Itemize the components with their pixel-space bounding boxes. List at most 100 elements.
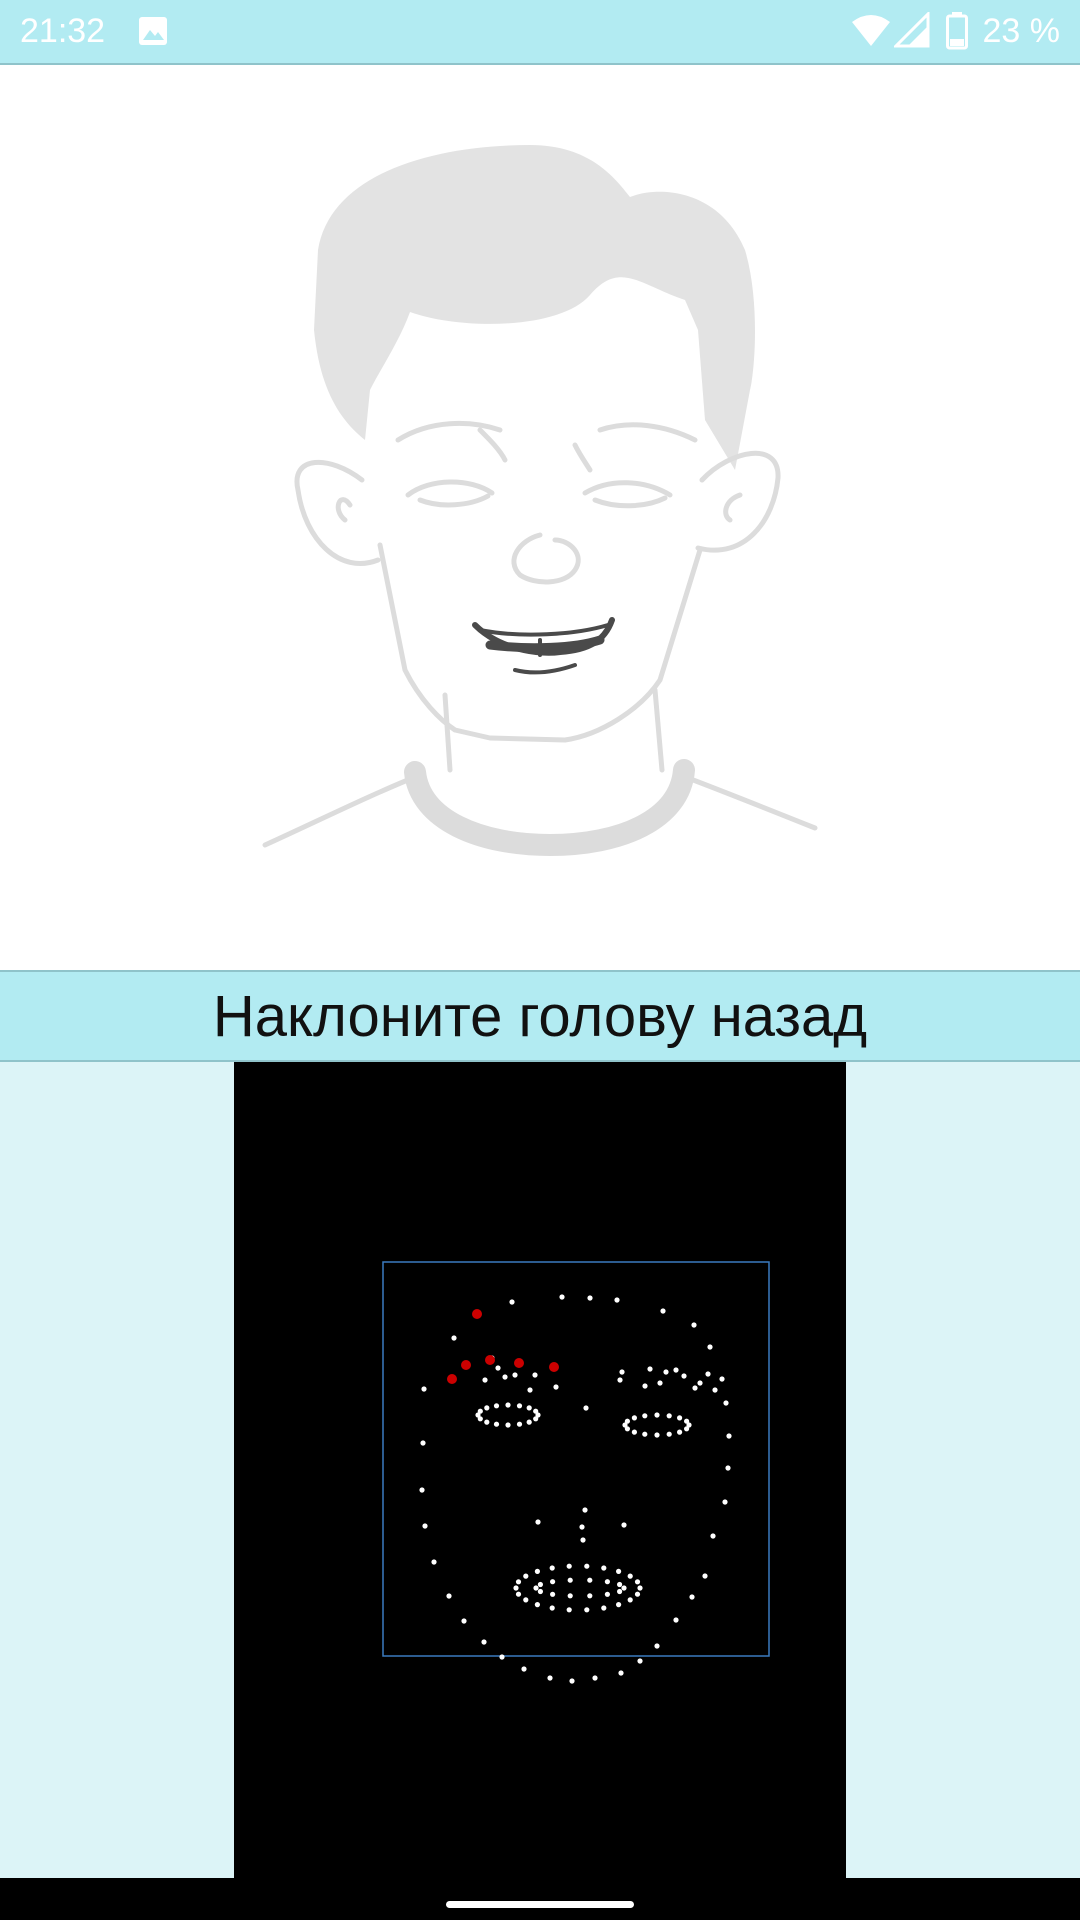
landmark-dot [559,1294,565,1300]
landmark-dot [654,1412,660,1418]
landmark-dot [710,1533,716,1539]
landmark-dot [584,1607,590,1613]
landmark-dot [533,1408,539,1414]
landmark-dot [579,1524,585,1530]
landmark-dot-highlighted [549,1362,559,1372]
landmark-dot [550,1591,556,1597]
landmark-dot-highlighted [461,1360,471,1370]
landmark-dot-highlighted [447,1374,457,1384]
landmark-dot [534,1602,541,1608]
landmark-dot-highlighted [485,1355,495,1365]
landmark-dot [642,1413,648,1419]
landmark-dot [451,1335,457,1341]
landmark-dot [634,1591,641,1597]
landmark-dot [624,1418,631,1424]
landmark-dot [723,1400,729,1406]
landmark-dot [484,1419,490,1425]
landmark-dot [616,1568,622,1574]
landmark-dot [422,1523,428,1529]
landmark-dot [505,1402,511,1408]
landmark-dot [527,1387,533,1393]
landmark-dot [614,1297,620,1303]
navigation-bar [0,1878,1080,1920]
landmark-dot [618,1670,624,1676]
status-bar: 21:32 23 % [0,0,1080,65]
signal-icon [892,10,930,57]
landmark-dot [535,1519,541,1525]
landmark-dot [587,1295,593,1301]
landmark-dot [627,1573,633,1579]
landmark-dot [587,1593,593,1599]
landmark-dot [684,1418,690,1424]
landmark-dot [619,1369,625,1375]
landmark-dot [512,1372,518,1378]
landmark-dot [567,1577,573,1583]
landmark-dot [637,1585,643,1591]
landmark-dot [677,1429,683,1435]
landmark-dot [677,1415,683,1421]
landmark-dot [549,1565,555,1571]
landmark-dot [420,1440,426,1446]
instruction-text: Наклоните голову назад [212,983,868,1049]
landmark-dot [719,1376,725,1382]
landmark-dot [673,1367,679,1373]
landmark-dot [617,1377,623,1383]
landmark-dot [515,1579,522,1585]
landmark-dot [537,1581,544,1588]
landmark-dot [569,1678,575,1684]
landmark-dot [691,1322,697,1328]
landmark-dot [516,1403,523,1409]
landmark-dot [592,1675,598,1681]
face-bounding-box [382,1261,770,1657]
landmark-dot [631,1415,638,1421]
landmark-dot [481,1639,487,1645]
landmark-dot [601,1605,607,1611]
landmark-dot [621,1585,627,1591]
landmark-dot [604,1591,611,1597]
landmark-dot [689,1594,695,1600]
landmark-dot [647,1366,653,1372]
landmark-dot [663,1369,669,1375]
landmark-dot [673,1617,679,1623]
wifi-icon [850,12,892,57]
landmark-dot [705,1371,711,1377]
landmark-dot [642,1383,648,1389]
landmark-dot [482,1377,488,1383]
face-illustration [0,65,1080,970]
landmark-dot [537,1588,544,1595]
landmark-dot [697,1380,703,1386]
landmark-dot [582,1507,588,1513]
landmark-dot [642,1431,648,1437]
landmark-dot [505,1422,511,1428]
landmark-dot-highlighted [472,1309,482,1319]
landmark-dot [515,1591,522,1597]
landmark-dot [532,1372,538,1378]
landmark-dot [502,1374,508,1380]
landmark-dot [634,1579,641,1585]
landmark-dot [550,1579,556,1585]
status-time: 21:32 [20,12,106,50]
landmark-dot [484,1405,490,1411]
landmark-dot [499,1654,505,1660]
landmark-dot [431,1559,437,1565]
landmark-dot [627,1597,633,1603]
landmark-dot [526,1419,532,1425]
image-icon [138,16,168,55]
landmark-dot [493,1403,500,1409]
battery-percentage: 23 % [982,12,1061,50]
landmark-dot [523,1597,529,1603]
landmark-dot [631,1429,638,1435]
landmark-dot [666,1431,672,1437]
face-landmarks [382,1261,770,1684]
landmark-dot [657,1380,663,1386]
landmark-dot [684,1426,690,1432]
landmark-dot [516,1421,523,1427]
landmark-dot [521,1666,527,1672]
landmark-dot [526,1405,532,1411]
home-handle[interactable] [446,1901,634,1908]
landmark-dot [495,1365,501,1371]
landmark-dot [523,1573,529,1579]
landmark-dot [726,1433,732,1439]
landmark-dot [583,1405,589,1411]
landmark-dot [617,1588,623,1595]
